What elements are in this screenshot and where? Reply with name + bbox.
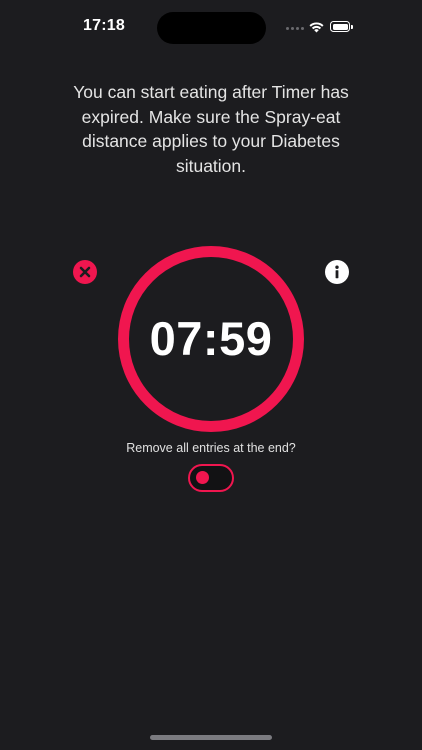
close-button[interactable]	[73, 260, 97, 284]
timer-screen: 17:18 You can start eating after Timer h…	[0, 0, 422, 750]
cellular-signal-icon	[286, 27, 304, 30]
toggle-knob	[196, 471, 209, 484]
status-icons	[286, 20, 356, 34]
remove-entries-label: Remove all entries at the end?	[126, 441, 296, 455]
close-icon	[79, 266, 91, 278]
wifi-icon	[309, 22, 324, 33]
remove-entries-toggle[interactable]	[188, 464, 234, 492]
instruction-message: You can start eating after Timer has exp…	[73, 82, 349, 176]
info-button[interactable]	[325, 260, 349, 284]
battery-tip	[351, 25, 353, 29]
timer-countdown: 07:59	[149, 312, 273, 365]
dynamic-island	[157, 12, 266, 44]
battery-icon	[330, 21, 350, 32]
status-time: 17:18	[83, 17, 125, 34]
info-icon	[335, 265, 339, 279]
home-indicator	[150, 735, 272, 740]
